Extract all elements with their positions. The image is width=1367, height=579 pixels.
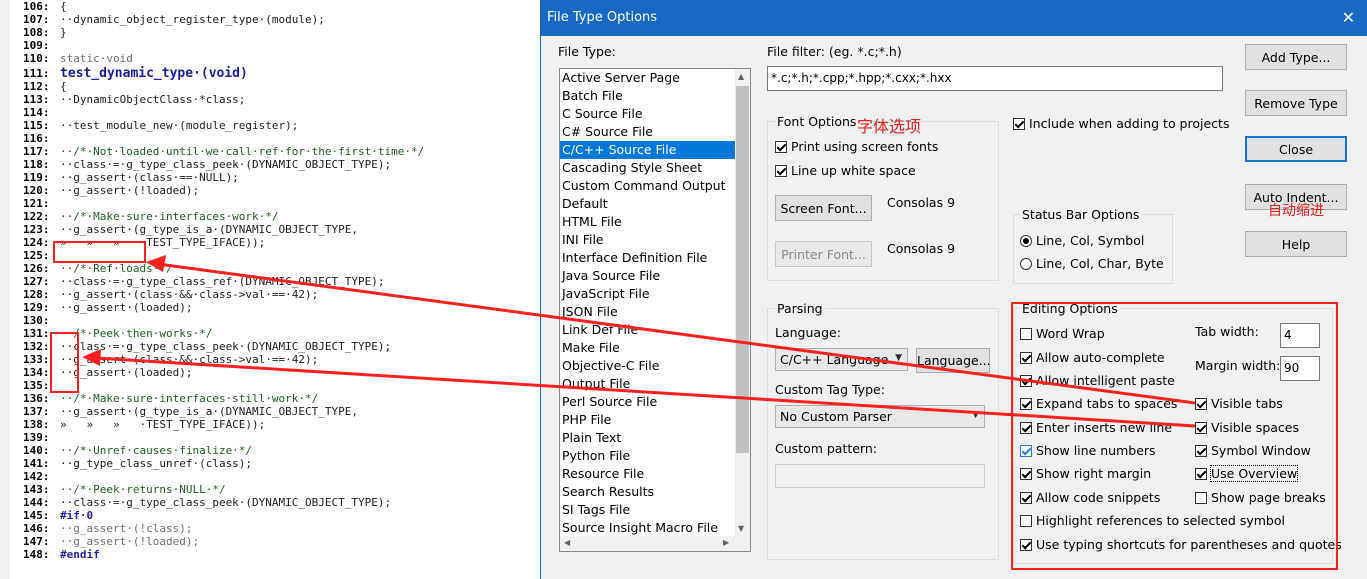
arrow-visible-spaces xyxy=(95,356,1196,428)
arrowhead-icon xyxy=(146,255,166,272)
arrowhead-icon xyxy=(82,349,101,366)
annotation-arrows xyxy=(82,255,1196,428)
arrow-visible-tabs xyxy=(157,262,1196,405)
